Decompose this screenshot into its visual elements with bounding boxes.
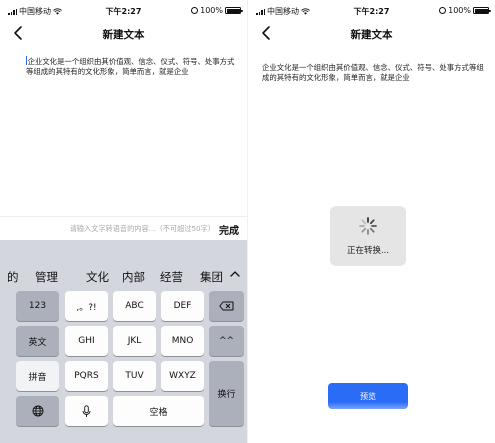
microphone-icon	[82, 404, 91, 417]
page-title: 新建文本	[350, 29, 393, 41]
voice-input-bar: 请输入文字转语音的内容...（不可超过50字） 完成	[0, 216, 247, 240]
candidate-item[interactable]: 文化	[86, 269, 109, 285]
nav-bar: 新建文本	[0, 20, 247, 46]
key-ghi[interactable]: GHI	[65, 326, 108, 356]
key-abc[interactable]: ABC	[113, 291, 156, 321]
key-microphone[interactable]	[65, 396, 108, 426]
chevron-up-icon[interactable]	[229, 268, 241, 280]
battery-percent: 100%	[200, 6, 223, 15]
status-bar: 中国移动 下午2:27 100%	[0, 0, 247, 20]
key-wxyz[interactable]: WXYZ	[161, 361, 204, 391]
key-english[interactable]: 英文	[16, 326, 59, 356]
key-def[interactable]: DEF	[161, 291, 204, 321]
page-title: 新建文本	[102, 29, 145, 41]
key-punctuation[interactable]: ,。?!	[65, 291, 108, 321]
battery-icon	[225, 7, 243, 14]
screen-editing: 中国移动 下午2:27 100% 新建文本 企业文化是一个组织由其价值观、信念、…	[0, 0, 247, 443]
spinner-icon	[359, 217, 377, 235]
status-bar: 中国移动 下午2:27 100%	[248, 0, 495, 20]
key-space[interactable]: 空格	[113, 396, 204, 426]
key-delete[interactable]	[209, 291, 244, 321]
converting-dialog: 正在转换...	[330, 206, 406, 266]
battery-icon	[473, 7, 491, 14]
key-emoticon[interactable]: ^^	[209, 326, 244, 356]
status-right: 100%	[439, 6, 491, 15]
document-text: 企业文化是一个组织由其价值观、信念、仪式、符号、处事方式等组成的其特有的文化形象…	[26, 57, 235, 76]
backspace-icon	[219, 301, 234, 311]
candidate-item[interactable]: 集团	[200, 269, 226, 285]
done-button[interactable]: 完成	[219, 222, 239, 237]
nav-bar: 新建文本	[248, 20, 495, 46]
candidate-item[interactable]: 管理	[35, 269, 58, 285]
keyboard: 的 管理 文化 内部 经营 集团 123 ,。?! ABC DEF 英文 GHI…	[0, 240, 247, 443]
candidate-item[interactable]: 经营	[160, 269, 183, 285]
status-right: 100%	[191, 6, 243, 15]
orientation-lock-icon	[191, 7, 199, 14]
document-text: 企业文化是一个组织由其价值观、信念、仪式、符号、处事方式等组成的其特有的文化形象…	[262, 63, 484, 82]
key-123[interactable]: 123	[16, 291, 59, 321]
bottom-fade-overlay	[248, 402, 495, 443]
key-pqrs[interactable]: PQRS	[65, 361, 108, 391]
voice-input-placeholder[interactable]: 请输入文字转语音的内容...（不可超过50字）	[70, 224, 215, 234]
key-tuv[interactable]: TUV	[113, 361, 156, 391]
key-jkl[interactable]: JKL	[113, 326, 156, 356]
candidate-item[interactable]: 的	[7, 269, 19, 285]
converting-label: 正在转换...	[346, 246, 390, 256]
candidate-bar: 的 管理 文化 内部 经营 集团	[0, 240, 247, 290]
text-editor[interactable]: 企业文化是一个组织由其价值观、信念、仪式、符号、处事方式等组成的其特有的文化形象…	[26, 56, 240, 77]
candidate-item[interactable]: 内部	[122, 269, 145, 285]
orientation-lock-icon	[439, 7, 447, 14]
key-mno[interactable]: MNO	[161, 326, 204, 356]
key-enter[interactable]: 换行	[209, 361, 244, 426]
globe-icon	[32, 405, 43, 417]
key-globe[interactable]	[16, 396, 59, 426]
key-pinyin[interactable]: 拼音	[16, 361, 59, 391]
battery-percent: 100%	[448, 6, 471, 15]
screen-converting: 中国移动 下午2:27 100% 新建文本 企业文化是一个组织由其价值观、信念、…	[248, 0, 495, 443]
